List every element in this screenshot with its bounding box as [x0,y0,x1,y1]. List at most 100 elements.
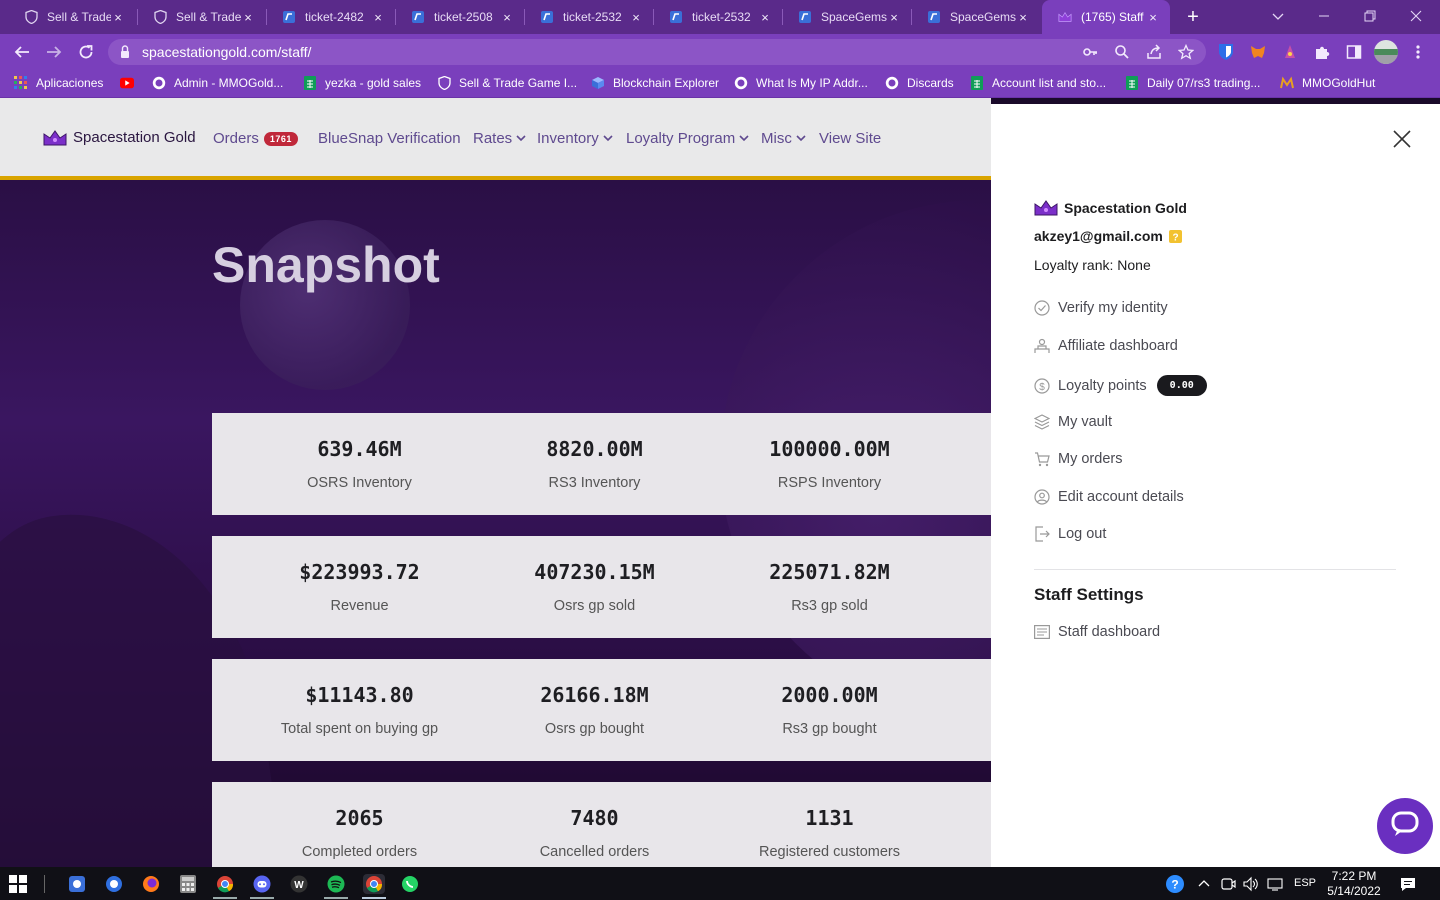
globe-icon [734,76,748,90]
notifications-icon[interactable] [1398,874,1418,894]
browser-tab[interactable]: SpaceGems × [782,0,911,34]
taskbar-app-icon[interactable] [104,874,124,894]
menu-log-out[interactable]: Log out [1034,526,1106,542]
running-indicator [213,897,237,899]
meet-now-icon[interactable] [1218,874,1238,894]
menu-verify-identity[interactable]: Verify my identity [1034,300,1168,316]
forward-icon[interactable] [44,42,64,62]
tab-close-icon[interactable]: × [500,10,514,25]
whatsapp-icon[interactable] [400,874,420,894]
menu-edit-account[interactable]: Edit account details [1034,489,1184,505]
tab-close-icon[interactable]: × [241,10,255,25]
shield-icon [437,76,451,90]
menu-my-orders[interactable]: My orders [1034,451,1122,467]
url-text[interactable]: spacestationgold.com/staff/ [142,44,311,60]
browser-tab[interactable]: ticket-2532 × [524,0,653,34]
app-w-icon[interactable]: W [289,874,309,894]
stat-osrs-inventory: 639.46M OSRS Inventory [307,437,412,491]
taskbar-app-icon[interactable] [67,874,87,894]
share-icon[interactable] [1146,44,1162,60]
browser-tab[interactable]: ticket-2532 × [653,0,782,34]
bookmark-sell-trade[interactable]: Sell & Trade Game I... [437,76,577,90]
browser-tab[interactable]: ticket-2482 × [266,0,395,34]
tab-close-icon[interactable]: × [629,10,643,25]
stat-rs3-inventory: 8820.00M RS3 Inventory [546,437,643,491]
taskbar-clock[interactable]: 7:22 PM 5/14/2022 [1322,869,1386,899]
nav-inventory[interactable]: Inventory [537,130,613,147]
bookmark-daily-trading[interactable]: Daily 07/rs3 trading... [1125,76,1260,90]
menu-affiliate-dashboard[interactable]: Affiliate dashboard [1034,338,1178,354]
bookmark-blockchain-explorer[interactable]: Blockchain Explorer [591,76,719,90]
tab-close-icon[interactable]: × [1016,10,1030,25]
chat-launcher-button[interactable] [1377,798,1433,854]
new-tab-button[interactable]: + [1183,7,1203,27]
browser-tab[interactable]: ticket-2508 × [395,0,524,34]
language-indicator[interactable]: ESP [1294,877,1316,889]
extensions-puzzle-icon[interactable] [1314,44,1330,60]
side-panel-icon[interactable] [1346,44,1362,60]
profile-avatar[interactable] [1374,40,1398,64]
menu-loyalty-points[interactable]: $ Loyalty points 0.00 [1034,375,1207,396]
nav-rates[interactable]: Rates [473,130,526,147]
nav-bluesnap-verification[interactable]: BlueSnap Verification [318,130,461,147]
bookmark-account-list[interactable]: Account list and sto... [970,76,1106,90]
chrome-icon[interactable] [215,874,235,894]
spotify-icon[interactable] [326,874,346,894]
bookmark-mmogoldhut[interactable]: MMOGoldHut [1280,76,1375,90]
browser-tab[interactable]: Sell & Trade × [137,0,265,34]
user-circle-icon [1034,489,1050,505]
browser-tab[interactable]: SpaceGems × [911,0,1040,34]
bitwarden-extension-icon[interactable] [1218,43,1234,61]
drawer-close-icon[interactable] [1392,129,1412,149]
account-drawer [991,104,1440,867]
help-tray-icon[interactable]: ? [1165,874,1185,894]
gorgias-icon [282,10,296,24]
chrome-menu-icon[interactable] [1412,44,1424,60]
menu-my-vault[interactable]: My vault [1034,414,1112,430]
nav-loyalty-program[interactable]: Loyalty Program [626,130,749,147]
firefox-icon[interactable] [141,874,161,894]
globe-icon [885,76,899,90]
tab-close-icon[interactable]: × [758,10,772,25]
zoom-icon[interactable] [1114,44,1130,60]
tab-close-icon[interactable]: × [887,10,901,25]
tab-close-icon[interactable]: × [111,10,125,25]
bookmark-yezka-gold-sales[interactable]: yezka - gold sales [303,76,421,90]
network-icon[interactable] [1265,874,1285,894]
bookmark-apps[interactable]: Aplicaciones [14,76,103,90]
tab-close-icon[interactable]: × [1146,10,1160,25]
crown-icon [1058,10,1072,24]
running-indicator [362,897,386,899]
menu-staff-dashboard[interactable]: Staff dashboard [1034,624,1160,640]
bookmark-what-is-my-ip[interactable]: What Is My IP Addr... [734,76,868,90]
volume-icon[interactable] [1241,874,1261,894]
tab-close-icon[interactable]: × [371,10,385,25]
reload-icon[interactable] [76,42,96,62]
wizard-extension-icon[interactable] [1282,44,1298,60]
bookmark-youtube[interactable] [120,76,142,90]
bookmark-admin-mmogold[interactable]: Admin - MMOGold... [152,76,283,90]
back-icon[interactable] [12,42,32,62]
help-badge-icon[interactable]: ? [1168,229,1182,243]
restore-icon[interactable] [1362,8,1378,24]
chrome-active-icon[interactable] [363,874,385,894]
browser-tab-active[interactable]: (1765) Staff × [1042,0,1170,34]
lock-icon[interactable] [118,44,132,60]
key-icon[interactable] [1082,44,1098,60]
close-window-icon[interactable] [1408,8,1424,24]
browser-tab[interactable]: Sell & Trade × [8,0,135,34]
minimize-icon[interactable] [1316,8,1332,24]
nav-orders[interactable]: Orders 1761 [213,130,298,147]
bookmark-discards[interactable]: Discards [885,76,954,90]
tab-search-chevron-icon[interactable] [1270,8,1286,24]
bookmark-star-icon[interactable] [1177,43,1195,60]
site-brand[interactable]: Spacestation Gold [43,129,196,146]
tray-chevron-up-icon[interactable] [1194,874,1214,894]
calculator-icon[interactable] [178,874,198,894]
discord-icon[interactable] [252,874,272,894]
stat-rsps-inventory: 100000.00M RSPS Inventory [769,437,890,491]
nav-misc[interactable]: Misc [761,130,806,147]
windows-start-icon[interactable] [8,874,28,894]
nav-view-site[interactable]: View Site [819,130,881,147]
metamask-extension-icon[interactable] [1250,44,1266,60]
